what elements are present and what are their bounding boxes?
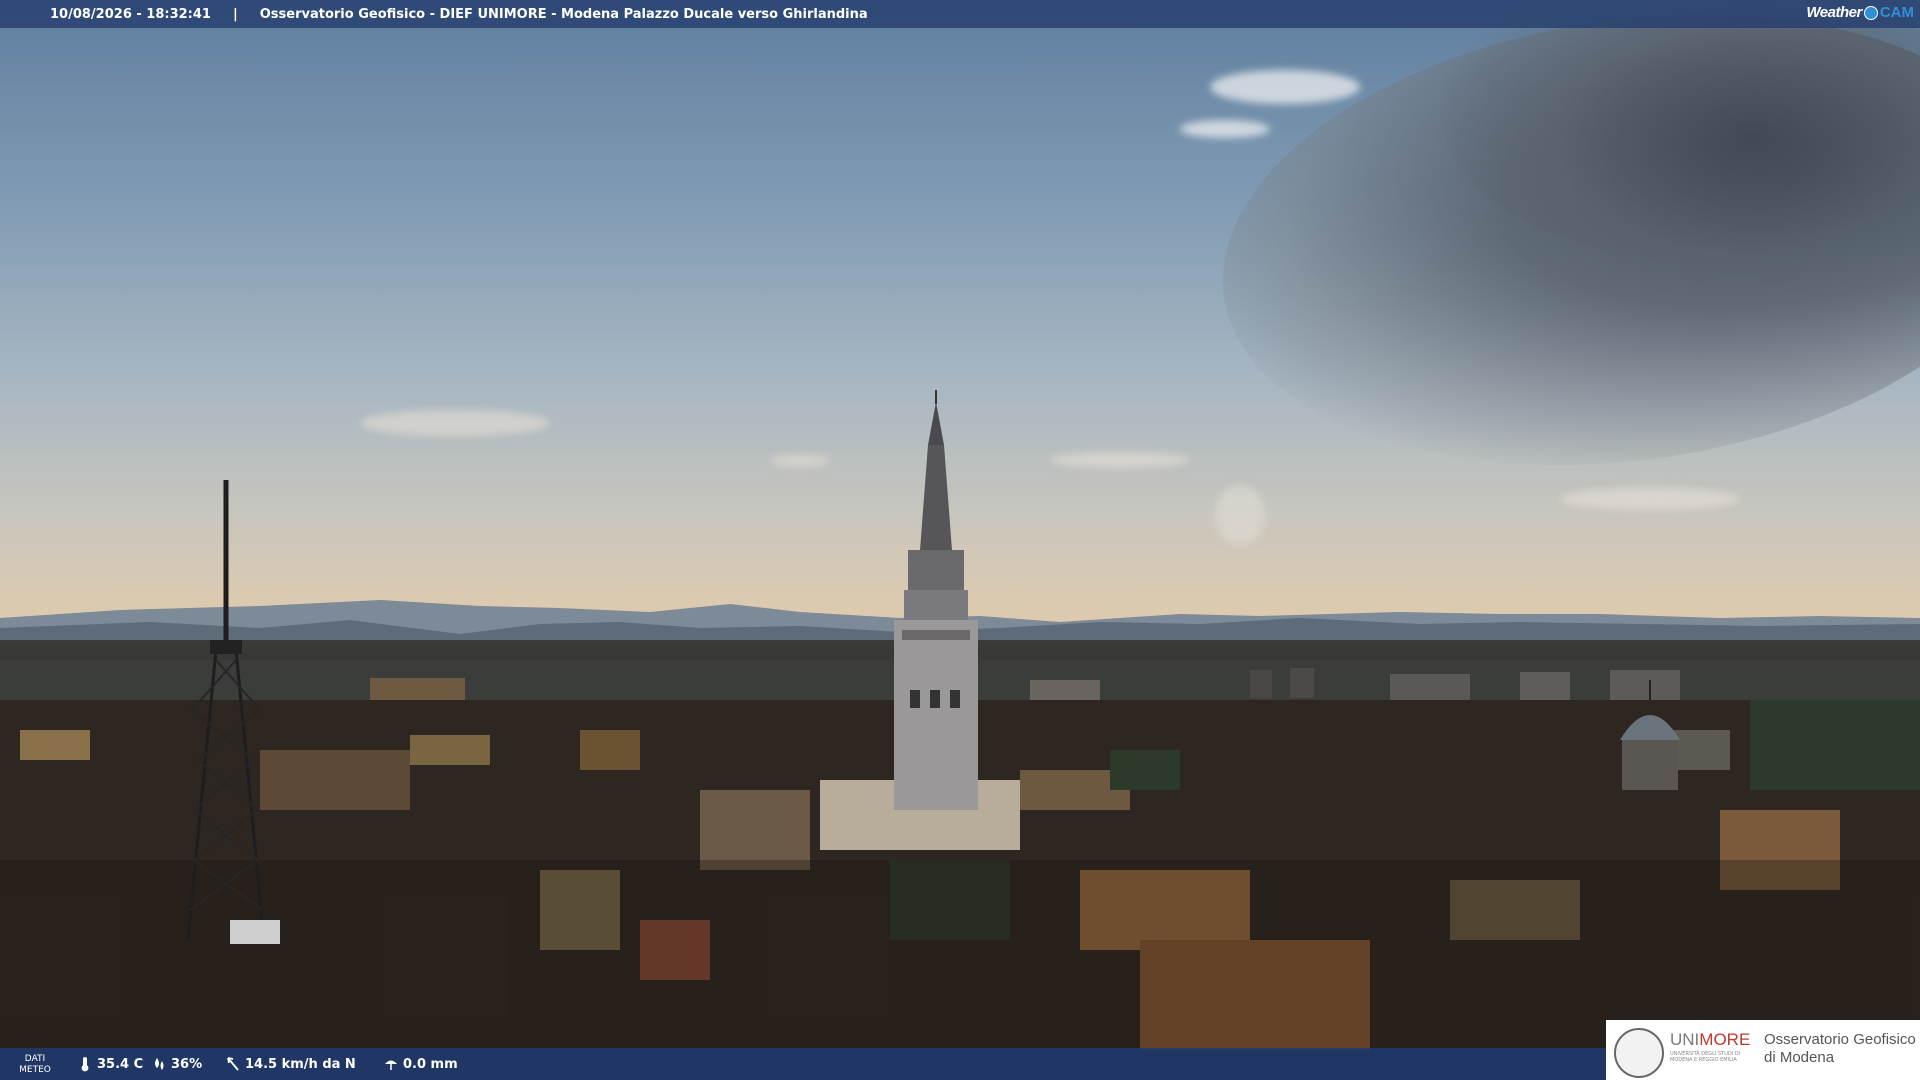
cloud-tower [1215,485,1265,545]
meteo-label: DATI METEO [16,1054,54,1076]
temperature-value: 35.4 C [97,1056,144,1072]
rain-value: 0.0 mm [403,1056,458,1072]
wind-readout: 14.5 km/h da N [226,1056,356,1072]
globe-icon [1863,5,1878,20]
timestamp: 10/08/2026 - 18:32:41 [50,6,211,22]
observatory-name: Osservatorio Geofisico di Modena [1764,1031,1916,1067]
cloud-puff [1210,70,1360,104]
cloud-wisp [360,410,550,436]
cloud-wisp [1560,488,1740,510]
university-seal-icon [1614,1028,1664,1078]
unimore-wordmark: UNIMORE [1670,1030,1750,1050]
camera-info-bar: 10/08/2026 - 18:32:41 | Osservatorio Geo… [0,0,1920,28]
cloud-puff [1180,120,1270,138]
thermometer-icon [81,1057,89,1072]
unimore-logo-panel[interactable]: UNIMORE UNIVERSITÀ DEGLI STUDI DI MODENA… [1606,1020,1920,1080]
umbrella-icon [385,1060,397,1070]
camera-title: Osservatorio Geofisico - DIEF UNIMORE - … [259,6,868,22]
wind-arrow-icon [227,1057,239,1071]
unimore-wordmark-part2: MORE [1699,1030,1751,1049]
university-fullname: UNIVERSITÀ DEGLI STUDI DI MODENA E REGGI… [1670,1051,1741,1063]
webcam-image [0,0,1920,1080]
unimore-wordmark-part1: UNI [1670,1030,1700,1049]
humidity-readout: 36% [152,1056,202,1072]
humidity-drops-icon [155,1058,164,1070]
brand-cam-text: CAM [1879,4,1914,21]
cloud-wisp [1050,452,1190,468]
antenna-mast [186,480,280,944]
brand-weather-text: Weather [1806,4,1862,21]
weathercam-logo[interactable]: Weather CAM [1806,4,1914,21]
separator: | [232,6,238,22]
ghirlandina-tower [894,390,978,810]
wind-value: 14.5 km/h da N [245,1056,356,1072]
observatory-name-line1: Osservatorio Geofisico [1764,1031,1916,1048]
humidity-value: 36% [171,1056,203,1072]
meteo-label-line1: DATI [24,1054,46,1064]
rain-readout: 0.0 mm [384,1056,458,1072]
cloud-wisp [770,455,830,467]
meteo-label-line2: METEO [19,1065,51,1075]
temperature-readout: 35.4 C [78,1056,143,1072]
observatory-name-line2: di Modena [1764,1049,1835,1066]
church-dome [1620,680,1680,790]
